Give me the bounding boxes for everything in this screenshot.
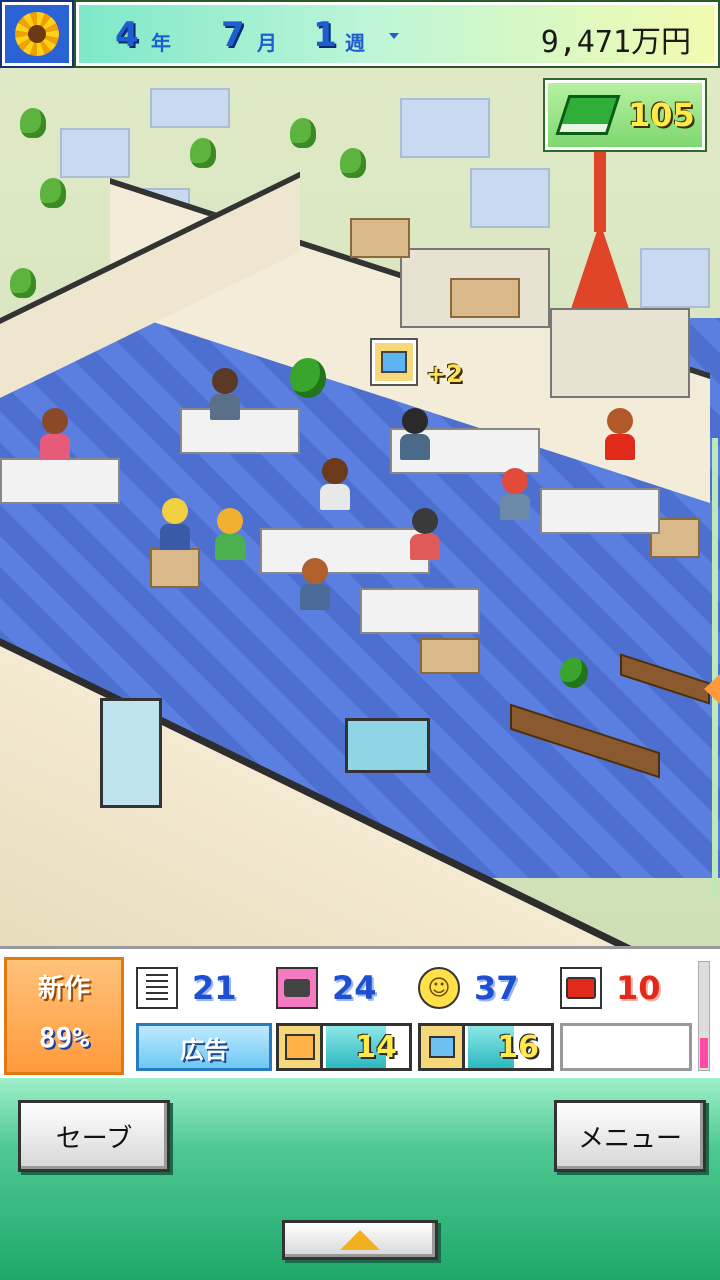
bottom-controls: セーブ メニュー xyxy=(0,1078,720,1280)
office-desk[interactable] xyxy=(540,488,660,534)
status-scrollbar[interactable] xyxy=(698,961,710,1071)
office-desk[interactable] xyxy=(0,458,120,504)
employee[interactable] xyxy=(300,558,330,610)
menu-button[interactable]: メニュー xyxy=(554,1100,706,1172)
tree xyxy=(40,178,66,208)
tree xyxy=(10,268,36,298)
meter-value: 14 xyxy=(355,1029,397,1065)
document-icon xyxy=(136,967,178,1009)
cardboard-box xyxy=(420,638,480,674)
stat-value: 37 xyxy=(474,969,519,1007)
aquarium xyxy=(345,718,430,773)
tree xyxy=(340,148,366,178)
stat-value: 10 xyxy=(616,969,661,1007)
month-value: 7 xyxy=(221,15,245,55)
meter-value: 16 xyxy=(497,1029,539,1065)
office-scene[interactable]: +2 105 xyxy=(0,68,720,946)
year-value: 4 xyxy=(115,15,139,55)
sunflower-icon[interactable] xyxy=(0,0,74,68)
office-desk[interactable] xyxy=(180,408,300,454)
advertise-button[interactable]: 広告 xyxy=(136,1023,272,1071)
tree xyxy=(20,108,46,138)
money-book-icon xyxy=(555,95,621,135)
employee[interactable] xyxy=(215,508,245,560)
tower-landmark xyxy=(570,152,630,312)
office-desk[interactable] xyxy=(360,588,480,634)
computer-icon[interactable] xyxy=(370,338,418,386)
new-work-label: 新作 xyxy=(37,974,90,1004)
potted-plant xyxy=(560,658,588,688)
computer-icon xyxy=(421,1026,465,1068)
employee[interactable] xyxy=(40,408,70,460)
city-building xyxy=(60,128,130,178)
employee[interactable] xyxy=(410,508,440,560)
month-unit: 月 xyxy=(257,31,277,55)
save-button[interactable]: セーブ xyxy=(18,1100,170,1172)
top-bar: 4 年 7 月 1 週 9,471万円 xyxy=(0,0,720,68)
potted-plant xyxy=(290,358,326,398)
employee[interactable] xyxy=(210,368,240,420)
glass-door[interactable] xyxy=(100,698,162,808)
employee[interactable] xyxy=(160,498,190,550)
side-rail xyxy=(712,438,718,898)
shelf xyxy=(550,308,690,398)
stat-fun: 21 xyxy=(136,963,237,1013)
status-panel: 新作 89% 21 24 ☺ 37 10 広告 14 16 xyxy=(0,946,720,1078)
tree xyxy=(190,138,216,168)
money-display: 9,471万円 xyxy=(540,25,691,60)
employee[interactable] xyxy=(500,468,530,520)
city-building xyxy=(150,88,230,128)
city-building xyxy=(640,248,710,308)
cardboard-box xyxy=(350,218,410,258)
stat-value: 24 xyxy=(332,969,377,1007)
event-popup-label: +2 xyxy=(426,360,463,388)
photo-icon xyxy=(276,967,318,1009)
year-unit: 年 xyxy=(151,31,171,55)
cardboard-box xyxy=(450,278,520,318)
scrollbar-thumb[interactable] xyxy=(700,1038,708,1068)
printer-icon xyxy=(560,967,602,1009)
shop-icon xyxy=(279,1026,323,1068)
employee[interactable] xyxy=(400,408,430,460)
tree xyxy=(290,118,316,148)
stat-graphics: ☺ 37 xyxy=(418,963,519,1013)
date-bar[interactable]: 4 年 7 月 1 週 9,471万円 xyxy=(76,2,718,66)
city-building xyxy=(470,168,550,228)
new-work-percent: 89% xyxy=(38,1021,90,1054)
week-value: 1 xyxy=(313,15,337,55)
employee[interactable] xyxy=(605,408,635,460)
empty-slot xyxy=(560,1023,692,1071)
triangle-up-icon xyxy=(340,1230,380,1250)
research-books-badge[interactable]: 105 xyxy=(543,78,707,152)
books-count: 105 xyxy=(628,96,695,134)
meter-computer: 16 xyxy=(418,1023,554,1071)
employee[interactable] xyxy=(320,458,350,510)
week-unit: 週 xyxy=(345,31,365,55)
new-work-button[interactable]: 新作 89% xyxy=(4,957,124,1075)
meter-shop: 14 xyxy=(276,1023,412,1071)
cardboard-box xyxy=(150,548,200,588)
office-desk[interactable] xyxy=(260,528,430,574)
chevron-down-icon xyxy=(389,33,399,39)
smile-icon: ☺ xyxy=(418,967,460,1009)
advertise-label: 広告 xyxy=(180,1035,228,1064)
stat-bugs: 10 xyxy=(560,963,661,1013)
city-building xyxy=(400,98,490,158)
sunflower-graphic xyxy=(15,12,59,56)
stat-value: 21 xyxy=(192,969,237,1007)
expand-button[interactable] xyxy=(282,1220,438,1260)
stat-creativity: 24 xyxy=(276,963,377,1013)
